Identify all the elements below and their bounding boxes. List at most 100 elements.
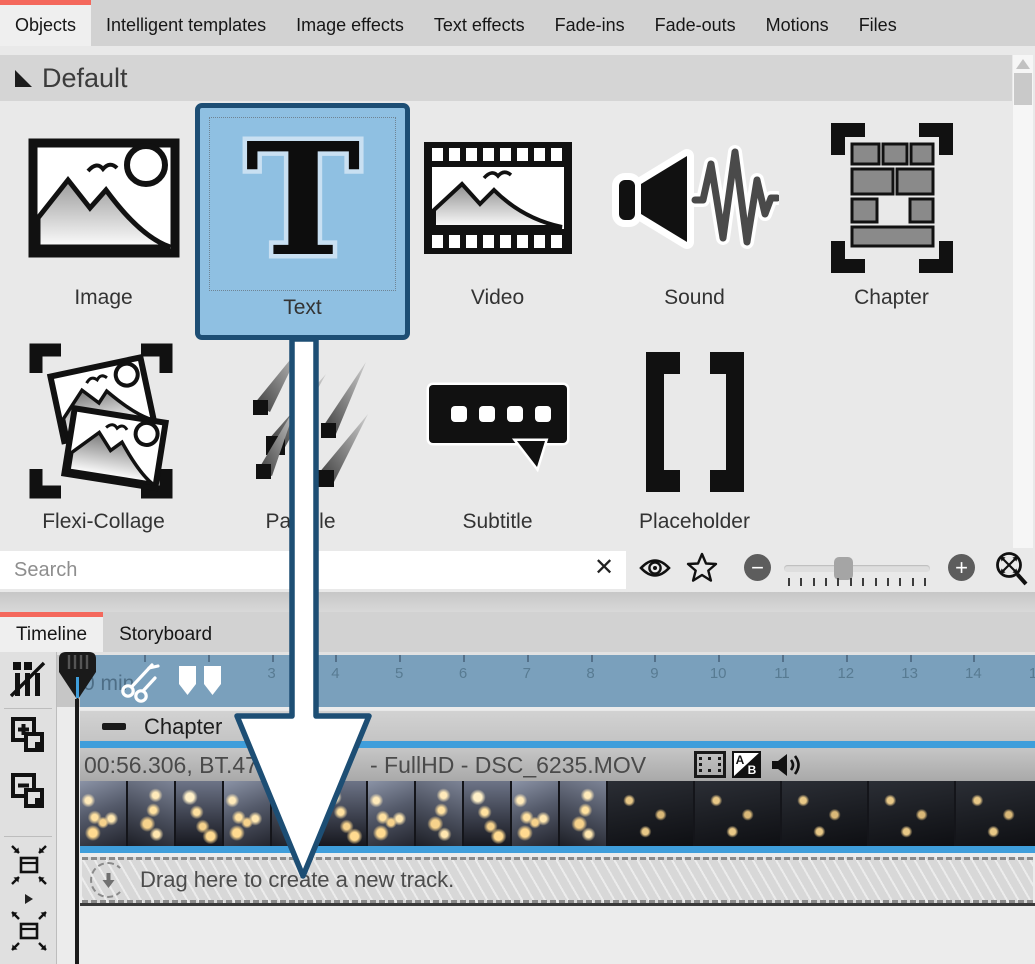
search-input[interactable] (0, 551, 626, 589)
tile-label: Flexi-Collage (42, 510, 165, 534)
subtitle-icon (423, 336, 573, 508)
collapse-tracks-icon[interactable] (10, 844, 48, 893)
favorite-star-icon[interactable] (686, 552, 718, 589)
clip-header[interactable]: 00:56.306, BT.47 - FullHD - DSC_6235.MOV… (80, 748, 1035, 781)
tab-text-effects[interactable]: Text effects (419, 0, 540, 46)
scroll-up-icon[interactable] (1016, 59, 1030, 69)
app-window: Objects Intelligent templates Image effect… (0, 0, 1035, 964)
svg-text:B: B (748, 763, 757, 777)
video-icon (418, 112, 578, 284)
expand-tracks-icon[interactable] (10, 910, 48, 959)
tab-label: Image effects (296, 15, 404, 36)
new-track-drop-zone[interactable]: Drag here to create a new track. (82, 857, 1033, 903)
top-tab-bar: Objects Intelligent templates Image effect… (0, 0, 1035, 46)
clip-thumbnail (956, 781, 1035, 846)
placeholder-icon (620, 336, 770, 508)
zoom-slider[interactable] (784, 565, 930, 572)
zoom-slider-thumb[interactable] (834, 557, 853, 580)
view-tab-bar: Timeline Storyboard (0, 612, 1035, 652)
clip-ab-contrast-icon[interactable]: A B (732, 751, 761, 783)
tab-label: Fade-outs (655, 15, 736, 36)
object-tile-video[interactable]: Video (399, 112, 596, 336)
tab-fade-outs[interactable]: Fade-outs (640, 0, 751, 46)
clip-thumbnail-strip[interactable] (80, 781, 1035, 846)
tab-label: Intelligent templates (106, 15, 266, 36)
visibility-eye-icon[interactable] (638, 556, 672, 585)
ruler-tick (591, 655, 593, 662)
slider-tick (875, 578, 877, 586)
tile-label: Particle (265, 510, 335, 534)
playhead-line[interactable] (75, 699, 79, 964)
tab-label: Text effects (434, 15, 525, 36)
object-tile-particle[interactable]: Particle (202, 336, 399, 560)
clip-thumbnail (80, 781, 126, 846)
tile-label: Chapter (854, 286, 929, 310)
tab-image-effects[interactable]: Image effects (281, 0, 419, 46)
ruler-tick (399, 655, 401, 662)
clear-search-icon[interactable]: ✕ (594, 556, 614, 580)
ruler-tick (272, 655, 274, 662)
hide-tracks-icon[interactable] (10, 660, 46, 703)
objects-scrollbar[interactable] (1013, 55, 1033, 565)
playhead-marker[interactable] (57, 651, 98, 708)
tab-objects[interactable]: Objects (0, 0, 91, 46)
clip-thumbnail (560, 781, 606, 846)
group-header-default[interactable]: Default (0, 55, 1012, 101)
object-tile-subtitle[interactable]: Subtitle (399, 336, 596, 560)
tab-label: Storyboard (119, 624, 212, 646)
clip-thumbnail (128, 781, 174, 846)
tab-label: Motions (766, 15, 829, 36)
tab-timeline[interactable]: Timeline (0, 612, 103, 652)
ruler-tick (718, 655, 720, 662)
particle-icon (226, 336, 376, 508)
tab-intelligent-templates[interactable]: Intelligent templates (91, 0, 281, 46)
clip-thumbnail (272, 781, 318, 846)
collapse-dropdown-icon[interactable] (24, 892, 34, 910)
ruler-number: 5 (379, 665, 419, 682)
chapter-track-header[interactable]: Chapter (80, 710, 1035, 742)
ruler-number: 10 (698, 665, 738, 682)
clip-frames-icon[interactable] (694, 751, 726, 783)
remove-track-icon[interactable] (10, 772, 46, 823)
ruler-number: 14 (953, 665, 993, 682)
clip-thumbnail (416, 781, 462, 846)
clip-thumbnail (464, 781, 510, 846)
drop-hint-text: Drag here to create a new track. (140, 867, 454, 893)
slider-tick (924, 578, 926, 586)
zoom-out-button[interactable]: − (744, 554, 771, 581)
ruler-number: 7 (507, 665, 547, 682)
ruler-tick (335, 655, 337, 662)
ruler-number: 15 (1017, 665, 1035, 682)
ruler-number: 8 (571, 665, 611, 682)
collapse-triangle-icon (15, 70, 32, 87)
track-rail (80, 846, 1035, 853)
tab-label: Objects (15, 15, 76, 36)
tile-label: Sound (664, 286, 725, 310)
tab-motions[interactable]: Motions (751, 0, 844, 46)
timeline-ruler[interactable]: 0 min 3456789101112131415 (57, 652, 1035, 707)
tab-storyboard[interactable]: Storyboard (103, 612, 228, 652)
object-tile-sound[interactable]: Sound (596, 112, 793, 336)
split-pennants-icon[interactable] (177, 664, 225, 703)
object-tile-chapter[interactable]: Chapter (793, 112, 990, 336)
collapse-minus-icon[interactable] (102, 723, 126, 730)
zoom-in-button[interactable]: + (948, 554, 975, 581)
clip-sound-icon[interactable] (770, 751, 802, 784)
slider-tick (800, 578, 802, 586)
tab-fade-ins[interactable]: Fade-ins (540, 0, 640, 46)
cut-scissors-icon[interactable] (115, 658, 161, 707)
flexi-collage-icon (29, 336, 179, 508)
clip-thumbnail (224, 781, 270, 846)
object-tile-image[interactable]: Image (5, 112, 202, 336)
ruler-number: 11 (762, 665, 802, 682)
zoom-fit-icon[interactable] (993, 550, 1031, 593)
slider-tick (788, 578, 790, 586)
object-tile-placeholder[interactable]: Placeholder (596, 336, 793, 560)
slider-tick (899, 578, 901, 586)
object-tile-text[interactable]: TText (195, 103, 410, 340)
tab-files[interactable]: Files (844, 0, 912, 46)
add-track-icon[interactable] (10, 716, 46, 767)
slider-tick (837, 578, 839, 586)
scrollbar-thumb[interactable] (1014, 73, 1032, 105)
object-tile-flexi-collage[interactable]: Flexi-Collage (5, 336, 202, 560)
